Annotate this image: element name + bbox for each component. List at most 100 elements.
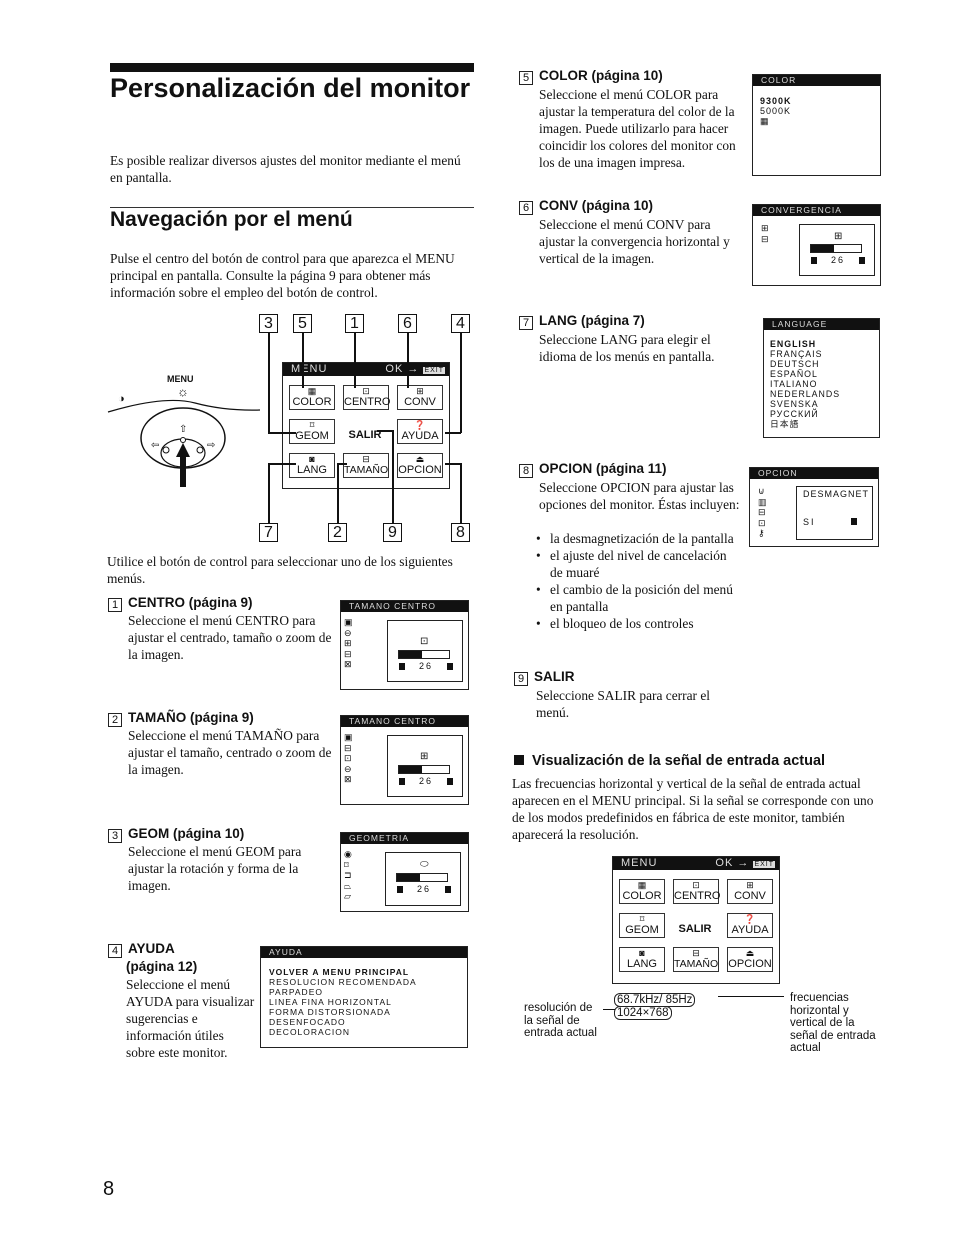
page-title: Personalización del monitor: [110, 73, 471, 103]
help-item[interactable]: VOLVER A MENU PRINCIPAL: [269, 967, 417, 977]
increase-icon: [446, 662, 453, 670]
language-option[interactable]: DEUTSCH: [770, 359, 840, 369]
right-arrow-icon: ⇨: [207, 440, 216, 451]
resolution-leader-line: [603, 1009, 615, 1010]
menu-item-centro[interactable]: ⊡ CENTRO: [673, 879, 720, 904]
language-option[interactable]: NEDERLANDS: [770, 389, 840, 399]
osd-tamano-icons: ▣ ⊟ ⊡ ⊖ ⊠: [344, 732, 353, 784]
osd-tamano-header: TAMANO CENTRO: [341, 716, 468, 727]
centro-icon: ⊡: [362, 386, 370, 396]
language-option[interactable]: SVENSKA: [770, 399, 840, 409]
section-opcion-title: 8 OPCION (página 11): [519, 461, 667, 478]
help-item[interactable]: DESENFOCADO: [269, 1017, 417, 1027]
menu-item-geom[interactable]: ⌑ GEOM: [619, 913, 665, 938]
menu-item-lang[interactable]: ◙ LANG: [619, 947, 665, 972]
osd-opcion-icons: ⊍ ▥ ⊟ ⊡ ⚷: [758, 486, 767, 538]
resolution-label: resolución de la señal de entrada actual: [524, 1002, 597, 1039]
help-item[interactable]: DECOLORACION: [269, 1027, 417, 1037]
color-icon: ▦: [307, 386, 317, 396]
language-option[interactable]: FRANÇAIS: [770, 349, 840, 359]
select-icon[interactable]: [851, 518, 857, 525]
language-option[interactable]: ESPAÑOL: [770, 369, 840, 379]
custom-color-icon[interactable]: ▦: [760, 116, 792, 126]
section-salir-text: Seleccione SALIR para cerrar el menú.: [536, 688, 710, 720]
signal-text: Las frecuencias horizontal y vertical de…: [512, 776, 874, 842]
menu-item-lang[interactable]: ◙ LANG: [289, 453, 335, 478]
language-option[interactable]: РУССКИЙ: [770, 409, 840, 419]
osd-language-list: ENGLISH FRANÇAIS DEUTSCH ESPAÑOL ITALIAN…: [770, 339, 840, 429]
osd-opcion: OPCION ⊍ ▥ ⊟ ⊡ ⚷ DESMAGNET SI: [749, 467, 879, 547]
osd-centro-panel: ⊡ 26: [387, 620, 463, 682]
section-title: Navegación por el menú: [110, 208, 353, 231]
osd-geom-icons: ◉ ⌑ ⊐ ⏢ ⏥: [344, 849, 352, 901]
osd-centro: TAMANO CENTRO ▣ ⊖ ⊞ ⊟ ⊠ ⊡ 26: [340, 600, 469, 690]
help-item[interactable]: FORMA DISTORSIONADA: [269, 1007, 417, 1017]
frequency-leader-line: [718, 996, 784, 997]
osd-ayuda-header: AYUDA: [261, 947, 467, 958]
increase-icon: [444, 885, 451, 893]
increase-icon: [446, 777, 453, 785]
bullet-item: el bloqueo de los controles: [536, 615, 741, 632]
instruction-text: Utilice el botón de control para selecci…: [107, 554, 453, 586]
osd-tamano-value: 26: [418, 776, 433, 786]
geom-icon: ⬭: [420, 859, 429, 870]
language-option[interactable]: 日本語: [770, 419, 840, 429]
menu-item-conv[interactable]: ⊞ CONV: [397, 385, 443, 410]
section-ayuda-subtitle: (página 12): [126, 959, 198, 974]
osd-tamano-slider: [398, 765, 450, 774]
decrease-icon: [397, 885, 403, 893]
tamano-icon: ⊞: [420, 751, 429, 762]
decrease-icon: [399, 662, 405, 670]
decrease-icon: [399, 777, 405, 785]
help-item[interactable]: LINEA FINA HORIZONTAL: [269, 997, 417, 1007]
section-geom-title: 3 GEOM (página 10): [108, 826, 244, 843]
osd-header-title: MENU: [291, 363, 328, 375]
color-option[interactable]: 5000K: [760, 106, 792, 116]
centro-icon: ⊡: [420, 636, 429, 647]
menu-item-tamano[interactable]: ⊟ TAMAÑO: [673, 947, 719, 972]
osd-language-header: LANGUAGE: [764, 319, 879, 330]
osd-geom-value: 26: [416, 884, 431, 894]
opcion-bullet-list: la desmagnetización de la pantalla el aj…: [536, 530, 741, 632]
callout-9: 9: [383, 523, 402, 542]
bullet-item: la desmagnetización de la pantalla: [536, 530, 741, 547]
title-bar-rule: [110, 63, 474, 72]
callout-1: 1: [345, 314, 364, 333]
language-option[interactable]: ENGLISH: [770, 339, 840, 349]
menu-item-ayuda[interactable]: ❓ AYUDA: [397, 419, 443, 444]
menu-item-ayuda[interactable]: ❓ AYUDA: [727, 913, 773, 938]
menu-item-opcion[interactable]: ⏏ OPCION: [397, 453, 443, 478]
section-centro-title: 1 CENTRO (página 9): [108, 595, 253, 612]
menu-item-color[interactable]: ▦ COLOR: [289, 385, 335, 410]
bullet-item: el ajuste del nivel de cancelación de mu…: [536, 547, 741, 581]
help-item[interactable]: RESOLUCION RECOMENDADA: [269, 977, 417, 987]
page-number: 8: [103, 1178, 115, 1200]
frequency-label: frecuencias horizontal y vertical de la …: [790, 992, 876, 1054]
menu-item-conv[interactable]: ⊞ CONV: [727, 879, 773, 904]
osd-header: MENU OK → EXIT: [613, 857, 779, 870]
left-arrow-icon: ⇦: [151, 440, 160, 451]
color-option[interactable]: 9300K: [760, 96, 792, 106]
help-item[interactable]: PARPADEO: [269, 987, 417, 997]
degauss-value: SI: [803, 517, 816, 527]
decrease-icon: [811, 256, 817, 264]
geom-icon: ⌑: [309, 420, 315, 430]
section-intro: Pulse el centro del botón de control par…: [110, 251, 455, 300]
osd-color: COLOR 9300K 5000K ▦: [752, 74, 881, 176]
up-arrow-icon: ⇧: [179, 424, 188, 435]
language-option[interactable]: ITALIANO: [770, 379, 840, 389]
menu-item-opcion[interactable]: ⏏ OPCION: [727, 947, 773, 972]
section-color-text: Seleccione el menú COLOR para ajustar la…: [539, 87, 736, 170]
section-tamano-title: 2 TAMAÑO (página 9): [108, 710, 254, 727]
menu-item-salir[interactable]: SALIR: [673, 913, 717, 936]
opcion-icon: ⏏: [415, 454, 425, 464]
callout-7: 7: [259, 523, 278, 542]
osd-geom-slider: [396, 873, 448, 882]
square-bullet-icon: [514, 755, 524, 765]
osd-centro-header: TAMANO CENTRO: [341, 601, 468, 612]
menu-item-centro[interactable]: ⊡ CENTRO: [343, 385, 390, 410]
menu-item-color[interactable]: ▦ COLOR: [619, 879, 665, 904]
osd-geom-header: GEOMETRIA: [341, 833, 468, 844]
osd-conv: CONVERGENCIA ⊞ ⊟ ⊞ 26: [752, 204, 881, 286]
menu-item-tamano[interactable]: ⊟ TAMAÑO: [343, 453, 389, 478]
